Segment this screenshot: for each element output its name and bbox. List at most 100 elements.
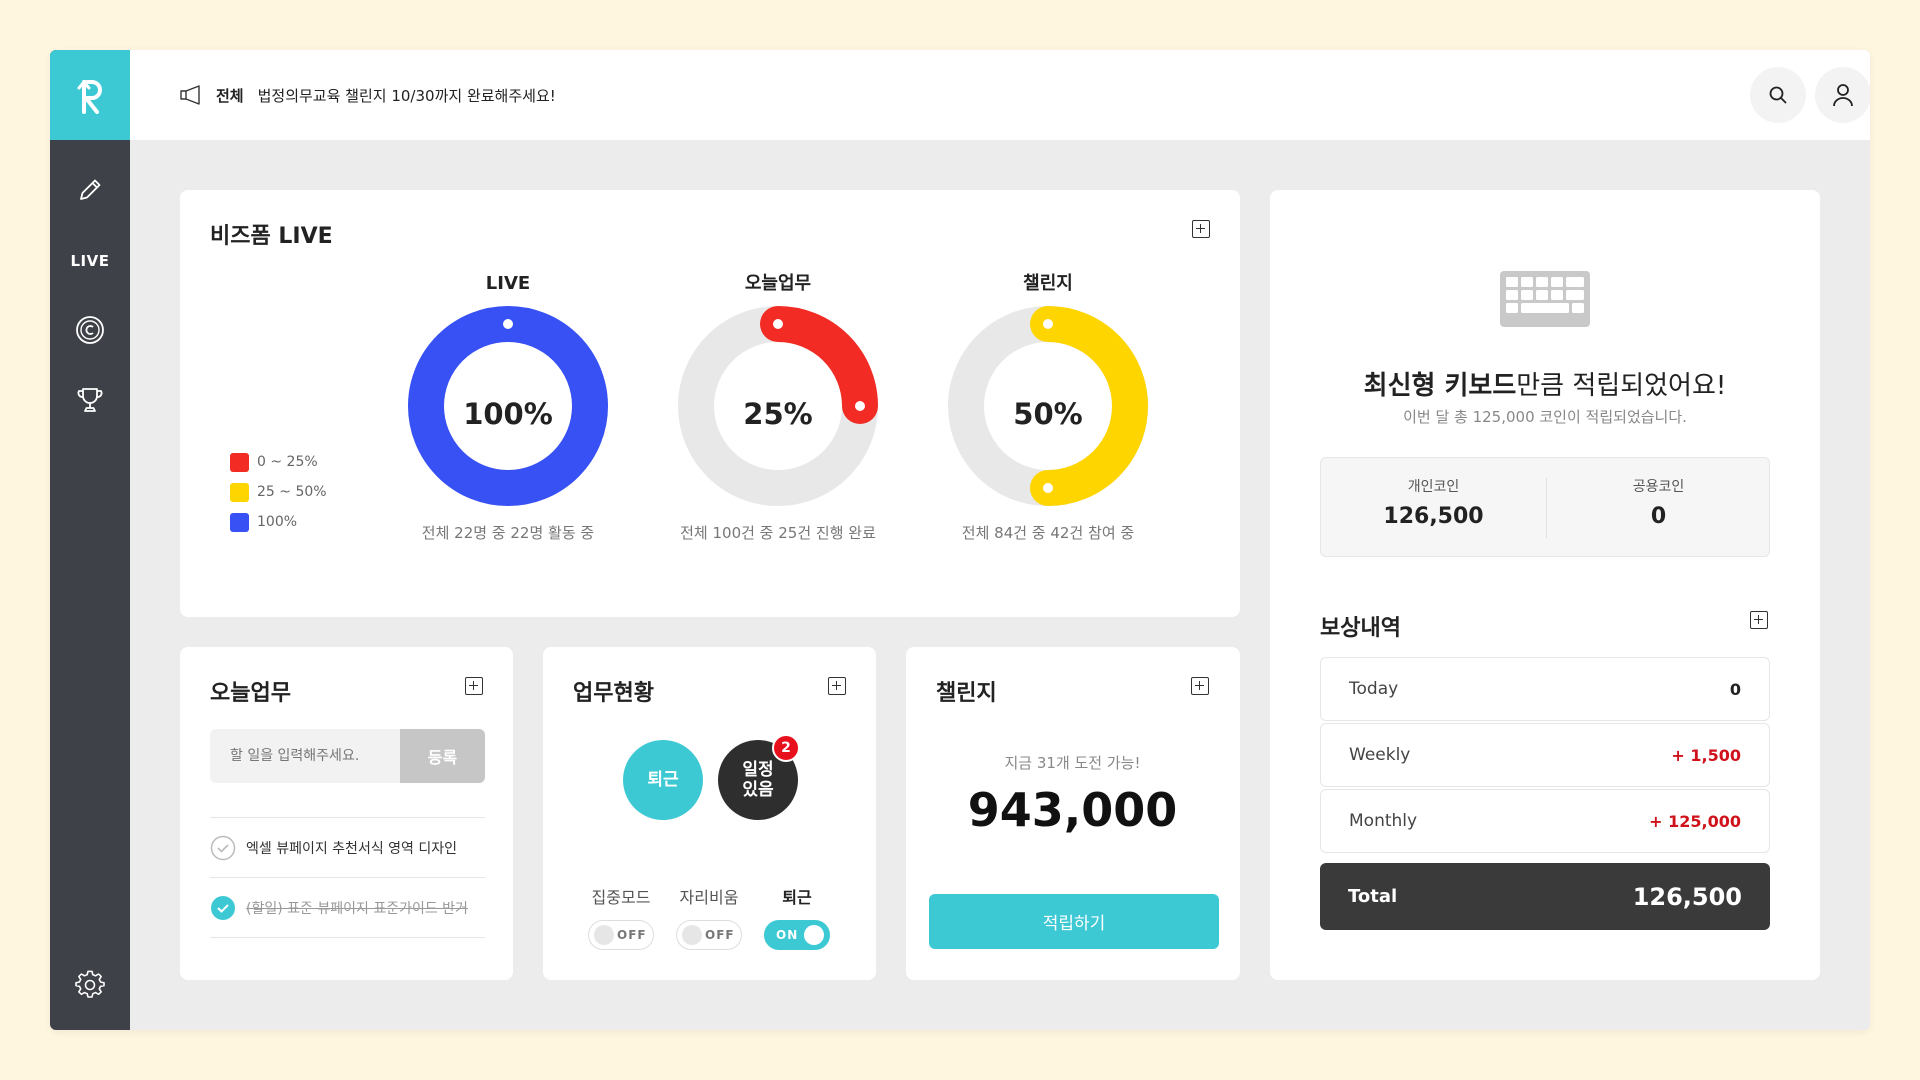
legend-item: 0 ~ 25%: [230, 447, 327, 477]
megaphone-icon: [180, 85, 200, 105]
search-button[interactable]: [1750, 67, 1806, 123]
schedule-label-line2: 있음: [742, 780, 774, 800]
donut-challenge: 챌린지 50% 전체 84건 중 42건 참여 중: [948, 270, 1148, 543]
todo-item-text: (할일) 표준 뷰페이지 표준가이드 반거: [246, 900, 468, 917]
legend-swatch-blue: [230, 512, 249, 532]
todo-submit-button[interactable]: 등록: [400, 729, 485, 783]
leave-toggle[interactable]: ON: [764, 920, 830, 950]
sidebar-item-settings[interactable]: [50, 960, 130, 1010]
reward-row-monthly: Monthly + 125,000: [1320, 789, 1770, 853]
challenge-amount: 943,000: [967, 783, 1178, 837]
unchecked-circle-icon[interactable]: [210, 835, 236, 861]
logo[interactable]: [50, 50, 130, 140]
copyright-coin-icon: [76, 316, 104, 344]
trophy-icon: [77, 388, 103, 412]
logo-icon: [77, 80, 102, 114]
donut-label: 오늘업무: [744, 273, 812, 294]
sidebar: LIVE: [50, 50, 130, 1030]
toggle-knob: [682, 925, 702, 945]
personal-coin-value: 126,500: [1383, 504, 1484, 529]
donut-start-dot: [773, 319, 783, 329]
todo-item-text: 엑셀 뷰페이지 추천서식 영역 디자인: [246, 840, 457, 857]
donut-value: 25%: [743, 397, 813, 431]
todo-divider: [210, 937, 485, 938]
checked-circle-icon[interactable]: [210, 895, 236, 921]
coin-summary: 개인코인 126,500 공용코인 0: [1320, 457, 1770, 557]
top-header: 전체 법정의무교육 챌린지 10/30까지 완료해주세요!: [130, 50, 1870, 140]
reward-row-weekly: Weekly + 1,500: [1320, 723, 1770, 787]
donut-caption: 전체 100건 중 25건 진행 완료: [680, 524, 876, 542]
reward-subtext: 이번 달 총 125,000 코인이 적립되었습니다.: [1403, 408, 1687, 426]
reward-headline: 최신형 키보드만큼 적립되었어요!: [1270, 365, 1820, 402]
edit-icon: [80, 179, 101, 200]
reward-total-value: 126,500: [1632, 882, 1742, 911]
challenge-expand-icon[interactable]: [1191, 677, 1209, 695]
donut-today-tasks: 오늘업무 25% 전체 100건 중 25건 진행 완료: [678, 270, 878, 543]
todo-input[interactable]: [210, 729, 400, 783]
legend-label: 100%: [257, 514, 298, 530]
donut-caption: 전체 84건 중 42건 참여 중: [961, 524, 1135, 542]
toggle-knob: [804, 925, 824, 945]
schedule-label-line1: 일정: [742, 759, 774, 780]
reward-headline-rest: 만큼 적립되었어요!: [1516, 371, 1727, 401]
live-card: 비즈폼 LIVE 0 ~ 25% 25 ~ 50% 100% LIVE 100%…: [180, 190, 1240, 617]
personal-coin-label: 개인코인: [1407, 479, 1460, 495]
user-icon: [1833, 84, 1853, 107]
donut-caption: 전체 22명 중 22명 활동 중: [421, 524, 595, 542]
focus-mode-toggle[interactable]: OFF: [588, 920, 654, 950]
today-tasks-card: 오늘업무 등록 엑셀 뷰페이지 추천서식 영역 디자인 (할일) 표준 뷰페이지…: [180, 647, 513, 980]
legend-label: 0 ~ 25%: [257, 454, 318, 470]
shared-coin-value: 0: [1650, 504, 1667, 529]
live-expand-icon[interactable]: [1192, 220, 1210, 238]
sidebar-item-trophy[interactable]: [50, 375, 130, 425]
toggle-state: OFF: [705, 928, 735, 942]
reward-row-today: Today 0: [1320, 657, 1770, 721]
reward-headline-bold: 최신형 키보드: [1363, 371, 1517, 401]
donut-end-dot: [1043, 483, 1053, 493]
reward-total-label: Total: [1348, 886, 1398, 907]
today-tasks-title: 오늘업무: [210, 681, 291, 706]
live-card-title: 비즈폼 LIVE: [210, 224, 333, 249]
today-tasks-expand-icon[interactable]: [465, 677, 483, 695]
sidebar-item-live[interactable]: LIVE: [50, 236, 130, 286]
reward-expand-icon[interactable]: [1750, 611, 1768, 629]
reward-card: 최신형 키보드만큼 적립되었어요! 이번 달 총 125,000 코인이 적립되…: [1270, 190, 1820, 980]
sidebar-item-edit[interactable]: [50, 165, 130, 215]
notice-category: 전체: [216, 86, 244, 105]
notice-text: 법정의무교육 챌린지 10/30까지 완료해주세요!: [257, 86, 556, 105]
work-status-title: 업무현황: [573, 681, 654, 706]
earn-button[interactable]: 적립하기: [929, 894, 1219, 949]
challenge-title: 챌린지: [936, 681, 997, 706]
toggle-knob: [594, 925, 614, 945]
donut-label: 챌린지: [1023, 273, 1073, 294]
shared-coin-label: 공용코인: [1632, 479, 1685, 495]
work-status-expand-icon[interactable]: [828, 677, 846, 695]
todo-item[interactable]: (할일) 표준 뷰페이지 표준가이드 반거: [210, 877, 485, 937]
donut-live: LIVE 100% 전체 22명 중 22명 활동 중: [408, 270, 608, 543]
todo-item[interactable]: 엑셀 뷰페이지 추천서식 영역 디자인: [210, 817, 485, 877]
search-icon: [1769, 86, 1787, 104]
focus-mode-label: 집중모드: [591, 888, 651, 907]
work-status-card: 업무현황 퇴근 일정 있음 2 집중모드 OFF 자리비움 OFF 퇴근 ON: [543, 647, 876, 980]
notice-bar[interactable]: 전체 법정의무교육 챌린지 10/30까지 완료해주세요!: [180, 50, 556, 140]
settings-icon: [75, 970, 105, 998]
donut-start-dot: [503, 319, 513, 329]
schedule-count-badge: 2: [772, 734, 800, 762]
legend-swatch-red: [230, 452, 249, 472]
donut-arc: [760, 306, 878, 424]
shared-coin: 공용코인 0: [1546, 476, 1771, 529]
reward-row-name: Weekly: [1349, 745, 1411, 765]
reward-total-row: Total 126,500: [1320, 863, 1770, 930]
donut-value: 50%: [1013, 397, 1083, 431]
challenge-subtitle: 지금 31개 도전 가능!: [1004, 754, 1141, 772]
user-button[interactable]: [1815, 67, 1870, 123]
legend-swatch-yellow: [230, 482, 249, 502]
toggle-state: ON: [776, 928, 799, 942]
reward-row-amount: 0: [1729, 679, 1741, 699]
leave-label: 퇴근: [782, 888, 812, 907]
leave-status-button[interactable]: 퇴근: [623, 740, 703, 820]
sidebar-item-coin[interactable]: [50, 305, 130, 355]
away-toggle[interactable]: OFF: [676, 920, 742, 950]
live-legend: 0 ~ 25% 25 ~ 50% 100%: [230, 447, 327, 537]
reward-row-amount: + 1,500: [1671, 745, 1741, 765]
